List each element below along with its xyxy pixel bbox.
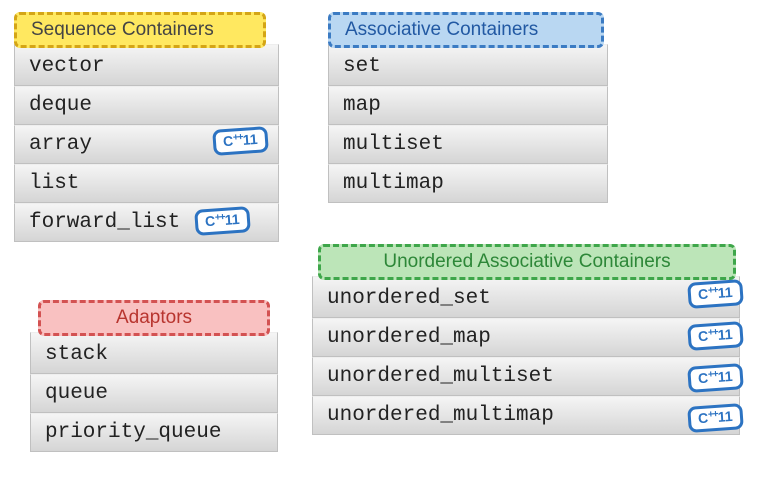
cpp11-badge: C++11: [688, 363, 744, 393]
sequence-containers-box: Sequence Containers vector deque array C…: [14, 12, 276, 242]
list-item: map: [328, 86, 608, 125]
associative-header: Associative Containers: [328, 12, 604, 48]
adaptors-header: Adaptors: [38, 300, 270, 336]
item-label: deque: [29, 94, 92, 117]
item-label: array: [29, 133, 92, 156]
list-item: priority_queue: [30, 413, 278, 452]
list-item: queue: [30, 374, 278, 413]
list-item: vector: [14, 44, 279, 86]
adaptors-item-list: stack queue priority_queue: [30, 332, 278, 452]
sequence-header: Sequence Containers: [14, 12, 266, 48]
item-label: queue: [45, 382, 108, 405]
unordered-header: Unordered Associative Containers: [318, 244, 736, 280]
cpp11-badge: C++11: [195, 206, 251, 236]
associative-containers-box: Associative Containers set map multiset …: [328, 12, 608, 203]
list-item: deque: [14, 86, 279, 125]
list-item: forward_list C++11: [14, 203, 279, 242]
item-label: priority_queue: [45, 421, 221, 444]
unordered-associative-box: Unordered Associative Containers unorder…: [312, 244, 740, 435]
associative-item-list: set map multiset multimap: [328, 44, 608, 203]
list-item: multiset: [328, 125, 608, 164]
item-label: stack: [45, 343, 108, 366]
list-item: unordered_map C++11: [312, 318, 740, 357]
item-label: map: [343, 94, 381, 117]
list-item: array C++11: [14, 125, 279, 164]
item-label: set: [343, 55, 381, 78]
list-item: unordered_set C++11: [312, 276, 740, 318]
cpp11-badge: C++11: [213, 126, 269, 156]
item-label: unordered_map: [327, 326, 491, 349]
item-label: unordered_set: [327, 287, 491, 310]
unordered-item-list: unordered_set C++11 unordered_map C++11 …: [312, 276, 740, 435]
cpp11-badge: C++11: [688, 279, 744, 309]
list-item: multimap: [328, 164, 608, 203]
cpp11-badge: C++11: [688, 403, 744, 433]
sequence-item-list: vector deque array C++11 list forward_li…: [14, 44, 276, 242]
item-label: unordered_multimap: [327, 404, 554, 427]
item-label: forward_list: [29, 211, 180, 234]
adaptors-box: Adaptors stack queue priority_queue: [30, 300, 278, 452]
item-label: vector: [29, 55, 105, 78]
item-label: multiset: [343, 133, 444, 156]
item-label: unordered_multiset: [327, 365, 554, 388]
list-item: set: [328, 44, 608, 86]
cpp11-badge: C++11: [688, 321, 744, 351]
list-item: stack: [30, 332, 278, 374]
list-item: list: [14, 164, 279, 203]
item-label: list: [29, 172, 79, 195]
item-label: multimap: [343, 172, 444, 195]
list-item: unordered_multimap C++11: [312, 396, 740, 435]
list-item: unordered_multiset C++11: [312, 357, 740, 396]
